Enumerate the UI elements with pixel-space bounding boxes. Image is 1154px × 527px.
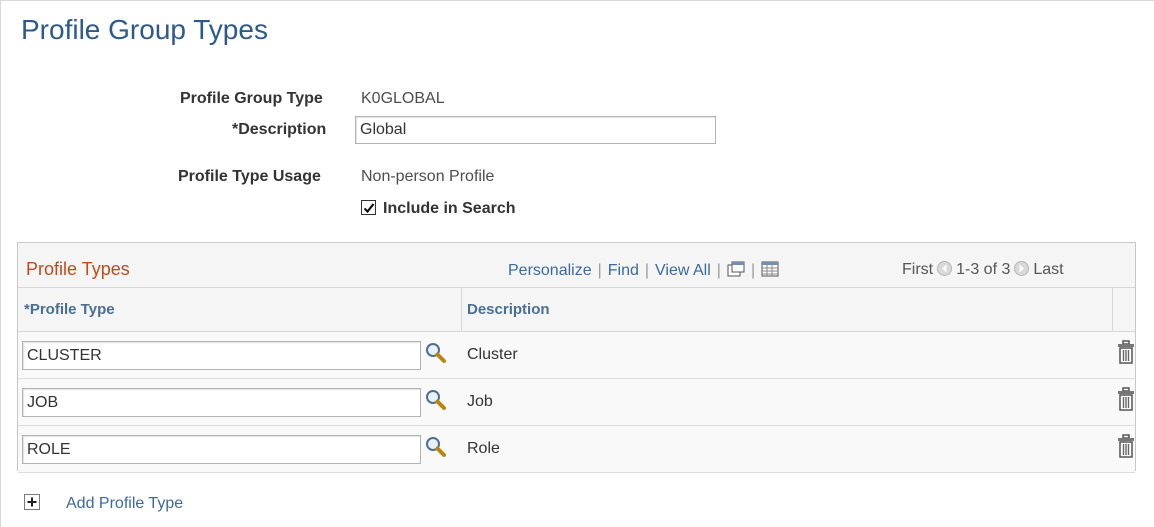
grid-header: Profile Types Personalize | Find | View All |… bbox=[18, 243, 1135, 288]
profile-group-type-label: Profile Group Type bbox=[180, 90, 323, 107]
magnifier-icon[interactable] bbox=[425, 436, 447, 458]
page-title: Profile Group Types bbox=[21, 14, 268, 45]
nav-separator: | bbox=[716, 262, 721, 279]
include-in-search-label: Include in Search bbox=[383, 200, 516, 217]
find-link[interactable]: Find bbox=[608, 262, 639, 279]
arrow-left-icon[interactable] bbox=[937, 261, 953, 276]
description-cell: Role bbox=[467, 440, 500, 457]
trash-icon[interactable] bbox=[1117, 387, 1135, 411]
col-header-description[interactable]: Description bbox=[467, 301, 550, 318]
description-field[interactable] bbox=[355, 116, 716, 144]
pager: First 1-3 of 3 Last bbox=[902, 261, 1064, 279]
magnifier-icon[interactable] bbox=[425, 342, 447, 364]
include-in-search-checkbox[interactable] bbox=[361, 200, 376, 215]
table-row: Cluster bbox=[18, 332, 1135, 379]
column-header-row: *Profile Type Description bbox=[18, 288, 1135, 332]
top-border bbox=[0, 0, 1154, 1]
profile-type-input[interactable] bbox=[22, 435, 421, 464]
plus-icon[interactable] bbox=[24, 494, 40, 510]
spreadsheet-icon[interactable] bbox=[761, 261, 779, 282]
nav-separator: | bbox=[597, 262, 602, 279]
left-border bbox=[0, 0, 1, 527]
description-label: *Description bbox=[232, 121, 327, 138]
profile-group-type-value: K0GLOBAL bbox=[361, 90, 445, 107]
nav-separator: | bbox=[750, 262, 756, 279]
first-link: First bbox=[902, 261, 934, 278]
view-all-link[interactable]: View All bbox=[655, 262, 711, 279]
profile-type-usage-value: Non-person Profile bbox=[361, 168, 495, 185]
nav-separator: | bbox=[644, 262, 650, 279]
profile-type-usage-label: Profile Type Usage bbox=[178, 168, 321, 185]
checkmark-icon bbox=[363, 203, 375, 214]
personalize-link[interactable]: Personalize bbox=[508, 262, 592, 279]
col-header-profile-type[interactable]: *Profile Type bbox=[24, 301, 115, 318]
trash-icon[interactable] bbox=[1117, 340, 1135, 364]
trash-icon[interactable] bbox=[1117, 434, 1135, 458]
table-row: Role bbox=[18, 426, 1135, 473]
profile-types-grid: Profile Types Personalize | Find | View All |… bbox=[17, 242, 1136, 473]
description-cell: Job bbox=[467, 393, 493, 410]
arrow-right-icon[interactable] bbox=[1014, 261, 1030, 276]
pager-range: 1-3 of 3 bbox=[956, 261, 1011, 278]
magnifier-icon[interactable] bbox=[425, 389, 447, 411]
table-row: Job bbox=[18, 379, 1135, 426]
new-window-icon[interactable] bbox=[727, 261, 745, 282]
grid-title: Profile Types bbox=[26, 259, 130, 279]
profile-type-input[interactable] bbox=[22, 341, 421, 370]
profile-type-input[interactable] bbox=[22, 388, 421, 417]
description-cell: Cluster bbox=[467, 346, 518, 363]
grid-nav: Personalize | Find | View All | | bbox=[508, 261, 779, 282]
last-link: Last bbox=[1033, 261, 1064, 278]
add-profile-type-link[interactable]: Add Profile Type bbox=[66, 495, 183, 513]
